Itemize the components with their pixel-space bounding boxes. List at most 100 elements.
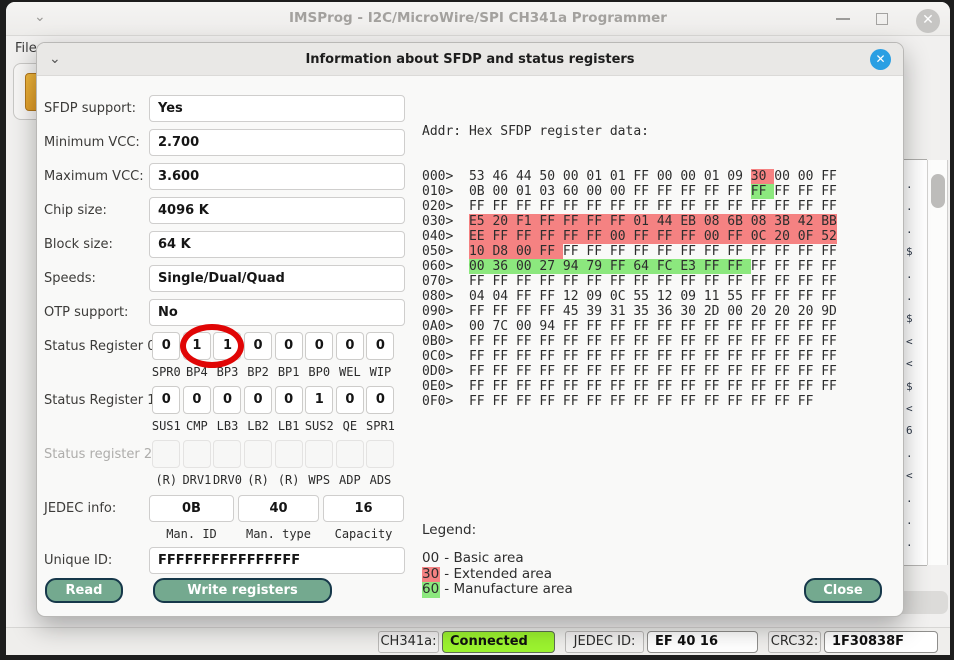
hex-row: 0A0> 00 7C 00 94 FF FF FF FF FF FF FF FF… [422,319,884,334]
field-value[interactable]: Single/Dual/Quad [149,265,405,292]
unique-id-label: Unique ID: [44,553,112,568]
bit-box[interactable]: 0 [152,332,180,360]
window-title: IMSProg - I2C/MicroWire/SPI CH341a Progr… [6,10,950,26]
bit-box[interactable]: 0 [336,332,364,360]
bit-box[interactable] [183,440,211,468]
crc32-label: CRC32: [768,631,821,653]
hex-row: 000> 53 46 44 50 00 01 01 FF 00 00 01 09… [422,169,884,184]
bit-box[interactable]: 0 [275,332,303,360]
hex-header: Addr: Hex SFDP register data: [422,124,884,139]
bit-box[interactable] [305,440,333,468]
register-label: Status register 2 [44,447,152,462]
jedec-box[interactable]: 40 [238,495,319,522]
field-value[interactable]: Yes [149,95,405,122]
dialog-close-icon[interactable]: ✕ [870,49,891,70]
field-label: Chip size: [44,203,107,218]
scrollbar-thumb[interactable] [931,174,945,208]
annotation-ellipse [180,324,244,368]
bit-box[interactable]: 0 [366,386,394,414]
legend-item: 60 - Manufacture area [422,582,573,598]
legend-item: 30 - Extended area [422,567,573,583]
bit-box[interactable]: 0 [305,332,333,360]
dialog-title: Information about SFDP and status regist… [37,52,903,67]
register-label: Status Register 1 [44,393,155,408]
bit-box[interactable]: 0 [152,386,180,414]
hex-row: 050> 10 D8 00 FF FF FF FF FF FF FF FF FF… [422,244,884,259]
bit-box[interactable]: 0 [366,332,394,360]
jedec-values: 0B4016 [149,495,404,522]
hex-row: 010> 0B 00 01 03 60 00 00 FF FF FF FF FF… [422,184,884,199]
hex-row: 070> FF FF FF FF FF FF FF FF FF FF FF FF… [422,274,884,289]
hex-row: 030> E5 20 F1 FF FF FF FF 01 44 EB 08 6B… [422,214,884,229]
bit-box[interactable]: 0 [275,386,303,414]
scrollbar[interactable] [927,160,948,565]
jedec-box[interactable]: 0B [149,495,234,522]
hex-row: 060> 00 36 00 27 94 79 FF 64 FC E3 FF FF… [422,259,884,274]
close-button[interactable]: Close [804,578,882,603]
register-bits [151,440,396,468]
hex-row: 090> FF FF FF FF 45 39 31 35 36 30 2D 00… [422,304,884,319]
unique-id-field[interactable]: FFFFFFFFFFFFFFFF [149,547,405,574]
bit-box[interactable] [336,440,364,468]
field-value[interactable]: 4096 K [149,197,405,224]
bit-box[interactable]: 0 [183,386,211,414]
legend-title: Legend: [422,522,573,538]
field-label: Maximum VCC: [44,169,144,184]
jedec-id-label: JEDEC ID: [565,631,644,653]
register-label: Status Register 0 [44,339,155,354]
menu-file[interactable]: File [15,41,37,56]
field-label: Block size: [44,237,113,252]
hex-row: 0C0> FF FF FF FF FF FF FF FF FF FF FF FF… [422,349,884,364]
jedec-sublabel: Man. type [238,527,319,541]
maximize-icon[interactable] [876,13,888,25]
hex-row: 0F0> FF FF FF FF FF FF FF FF FF FF FF FF… [422,394,884,409]
jedec-box[interactable]: 16 [323,495,404,522]
hex-rows: 000> 53 46 44 50 00 01 01 FF 00 00 01 09… [422,169,884,409]
read-button[interactable]: Read [45,578,123,603]
bit-box[interactable]: 0 [244,332,272,360]
bit-box[interactable]: 0 [336,386,364,414]
hex-row: 080> 04 04 FF FF 12 09 0C 55 12 09 11 55… [422,289,884,304]
jedec-id-value[interactable]: EF 40 16 [647,631,758,653]
jedec-sublabels: Man. IDMan. typeCapacity [149,527,404,541]
window-titlebar: ⌄ IMSProg - I2C/MicroWire/SPI CH341a Pro… [6,2,950,36]
field-value[interactable]: 64 K [149,231,405,258]
bit-box[interactable]: 0 [244,386,272,414]
legend-items: 00 - Basic area30 - Extended area60 - Ma… [422,551,573,598]
field-value[interactable]: 3.600 [149,163,405,190]
hex-row: 0D0> FF FF FF FF FF FF FF FF FF FF FF FF… [422,364,884,379]
bit-box[interactable] [213,440,241,468]
field-label: OTP support: [44,305,128,320]
legend: Legend: 00 - Basic area30 - Extended are… [422,522,573,598]
bit-box[interactable]: 0 [213,386,241,414]
minimize-icon[interactable] [836,18,850,20]
field-label: SFDP support: [44,101,136,116]
hex-dump: Addr: Hex SFDP register data: 000> 53 46… [422,94,884,439]
hex-row: 0B0> FF FF FF FF FF FF FF FF FF FF FF FF… [422,334,884,349]
register-bit-labels: SUS1CMPLB3LB2LB1SUS2QESPR1 [151,419,396,433]
jedec-sublabel: Capacity [323,527,404,541]
bit-box[interactable] [244,440,272,468]
connection-status-badge: Connected [442,631,555,653]
bit-box[interactable] [366,440,394,468]
crc32-value[interactable]: 1F30838F [824,631,938,653]
ch341a-label: CH341a: [378,631,439,653]
register-bits: 00000100 [151,386,396,414]
dialog-titlebar: ⌄ Information about SFDP and status regi… [37,43,903,76]
jedec-info-label: JEDEC info: [44,501,116,516]
field-value[interactable]: No [149,299,405,326]
status-bar: CH341a: Connected JEDEC ID: EF 40 16 CRC… [6,627,950,655]
bit-box[interactable] [152,440,180,468]
field-label: Minimum VCC: [44,135,140,150]
hex-row: 0E0> FF FF FF FF FF FF FF FF FF FF FF FF… [422,379,884,394]
close-icon[interactable]: ✕ [916,9,940,33]
legend-item: 00 - Basic area [422,551,573,567]
write-registers-button[interactable]: Write registers [153,578,332,603]
field-label: Speeds: [44,271,96,286]
register-bit-labels: SPR0BP4BP3BP2BP1BP0WELWIP [151,365,396,379]
sfdp-dialog: ⌄ Information about SFDP and status regi… [36,42,904,617]
bit-box[interactable]: 1 [305,386,333,414]
bit-box[interactable] [275,440,303,468]
field-value[interactable]: 2.700 [149,129,405,156]
register-bit-labels: (R)DRV1DRV0(R)(R)WPSADPADS [151,473,396,487]
